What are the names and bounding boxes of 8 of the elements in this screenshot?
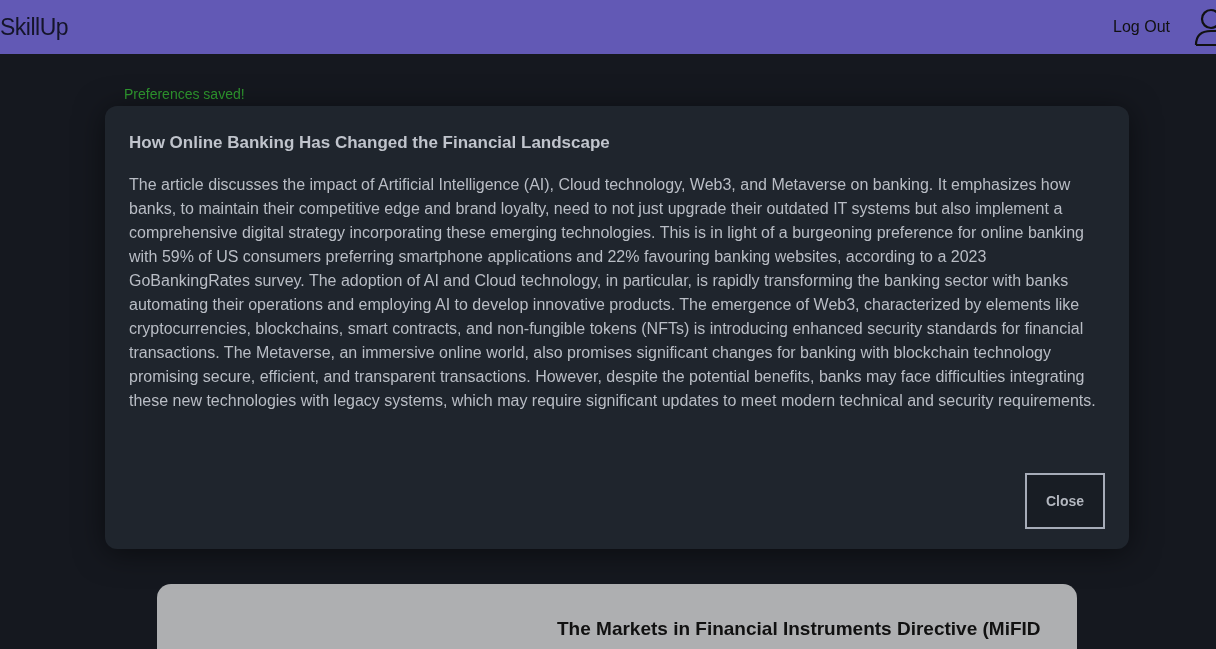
user-icon[interactable] (1194, 7, 1216, 47)
dialog-title: How Online Banking Has Changed the Financial Landscape (129, 133, 611, 153)
logout-link[interactable]: Log Out (1113, 18, 1170, 36)
article-summary: The article discusses the impact of Artificial Intelligence (AI), Cloud technology, Web3, and Metaverse on banking. It emphasizes how banks, to maintain their competitive edge and brand loyalty, need to not just upgrade their outdated IT systems but also implement a comprehensive digital strategy incorporating these emerging technologies. This is in light of a burgeoning preference for online banking with 59% of US consumers preferring smartphone applications and 22% favouring banking websites, according to a 2023 GoBankingRates survey. The adoption of AI and Cloud technology, in particular, is rapidly transforming the banking sector with banks automating their operations and employing AI to develop innovative products. The emergence of Web3, characterized by elements like cryptocurrencies, blockchains, smart contracts, and non-fungible tokens (NFTs) is introducing enhanced security standards for financial transactions. The Metaverse, an immersive online world, also promises significant changes for banking with blockchain technology promising secure, efficient, and transparent transactions. However, despite the potential benefits, banks may face difficulties integrating these new technologies with legacy systems, which may require significant updates to meet modern technical and security requirements. (129, 175, 1097, 411)
card-title: The Markets in Financial Instruments Directive (MiFID (557, 618, 1042, 640)
close-button[interactable]: Close (1025, 473, 1105, 529)
success-message: Preferences saved! (124, 86, 246, 102)
brand-name[interactable]: SkillUp (0, 13, 69, 41)
